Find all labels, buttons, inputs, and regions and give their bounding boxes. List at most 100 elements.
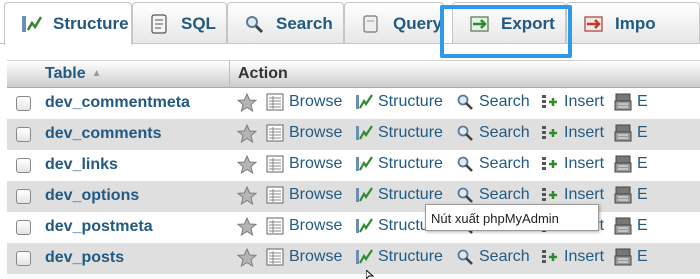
insert-action[interactable]: Insert (541, 93, 604, 111)
browse-icon (266, 248, 284, 266)
structure-icon (355, 124, 373, 142)
structure-icon (355, 248, 373, 266)
empty-label: E (637, 124, 648, 141)
structure-action[interactable]: Structure (355, 186, 443, 204)
insert-icon (541, 186, 559, 204)
browse-action[interactable]: Browse (266, 248, 342, 266)
row-checkbox[interactable] (16, 189, 31, 204)
browse-action[interactable]: Browse (266, 186, 342, 204)
insert-label: Insert (564, 93, 605, 110)
favorite-star-icon[interactable] (236, 247, 258, 268)
row-checkbox[interactable] (16, 127, 31, 142)
column-header-table[interactable]: Table ▲ (45, 65, 102, 83)
search-icon (244, 14, 266, 34)
empty-icon (614, 93, 632, 111)
search-action[interactable]: Search (456, 93, 530, 111)
table-name-link[interactable]: dev_comments (45, 125, 162, 143)
empty-action[interactable]: E (614, 155, 648, 173)
tab-label: Impo (615, 13, 656, 33)
table-body: dev_commentmeta Browse Structure Search Inse… (7, 88, 700, 274)
tables-grid: Table ▲ Action dev_commentmeta Browse Struc… (7, 60, 700, 274)
empty-label: E (637, 155, 648, 172)
sql-icon (149, 13, 171, 34)
insert-icon (541, 93, 559, 111)
structure-icon (355, 217, 373, 235)
empty-icon (614, 186, 632, 204)
structure-label: Structure (378, 93, 443, 110)
browse-label: Browse (289, 124, 343, 141)
structure-action[interactable]: Structure (355, 124, 443, 142)
browse-action[interactable]: Browse (266, 155, 342, 173)
row-checkbox[interactable] (16, 251, 31, 266)
insert-action[interactable]: Insert (541, 124, 604, 142)
search-action[interactable]: Search (456, 155, 530, 173)
browse-icon (266, 186, 284, 204)
column-divider (229, 61, 230, 89)
insert-action[interactable]: Insert (541, 155, 604, 173)
table-name-link[interactable]: dev_options (45, 187, 139, 205)
table-name-link[interactable]: dev_posts (45, 249, 124, 267)
tab-structure[interactable]: Structure (4, 2, 132, 45)
favorite-star-icon[interactable] (236, 185, 258, 206)
structure-action[interactable]: Structure (355, 248, 443, 266)
empty-action[interactable]: E (614, 248, 648, 266)
search-action[interactable]: Search (456, 186, 530, 204)
tab-query[interactable]: Query (344, 2, 444, 44)
browse-label: Browse (289, 155, 343, 172)
empty-icon (614, 217, 632, 235)
structure-label: Structure (378, 186, 443, 203)
table-row: dev_posts Browse Structure Search Insert E (7, 243, 700, 274)
row-checkbox[interactable] (16, 220, 31, 235)
search-icon (456, 155, 474, 173)
browse-icon (266, 93, 284, 111)
insert-icon (541, 248, 559, 266)
search-action[interactable]: Search (456, 248, 530, 266)
table-name-link[interactable]: dev_postmeta (45, 218, 153, 236)
search-icon (456, 124, 474, 142)
table-name-link[interactable]: dev_commentmeta (45, 94, 190, 112)
search-label: Search (479, 124, 530, 141)
browse-action[interactable]: Browse (266, 217, 342, 235)
insert-action[interactable]: Insert (541, 248, 604, 266)
empty-label: E (637, 186, 648, 203)
favorite-star-icon[interactable] (236, 123, 258, 144)
row-checkbox[interactable] (16, 96, 31, 111)
insert-icon (541, 155, 559, 173)
search-label: Search (479, 248, 530, 265)
insert-label: Insert (564, 155, 605, 172)
favorite-star-icon[interactable] (236, 216, 258, 237)
tab-label: Query (393, 13, 443, 33)
empty-action[interactable]: E (614, 186, 648, 204)
empty-label: E (637, 217, 648, 234)
structure-action[interactable]: Structure (355, 93, 443, 111)
structure-label: Structure (378, 248, 443, 265)
search-action[interactable]: Search (456, 124, 530, 142)
tab-label: Search (276, 13, 333, 33)
browse-action[interactable]: Browse (266, 124, 342, 142)
tab-sql[interactable]: SQL (132, 2, 227, 44)
tab-import[interactable]: Impo (566, 2, 700, 44)
row-checkbox[interactable] (16, 158, 31, 173)
structure-icon (355, 93, 373, 111)
favorite-star-icon[interactable] (236, 154, 258, 175)
empty-label: E (637, 248, 648, 265)
search-label: Search (479, 93, 530, 110)
table-name-link[interactable]: dev_links (45, 156, 118, 174)
search-icon (456, 186, 474, 204)
browse-action[interactable]: Browse (266, 93, 342, 111)
browse-icon (266, 124, 284, 142)
table-header: Table ▲ Action (7, 60, 700, 89)
empty-action[interactable]: E (614, 124, 648, 142)
structure-icon (21, 14, 43, 34)
insert-action[interactable]: Insert (541, 186, 604, 204)
browse-label: Browse (289, 93, 343, 110)
empty-action[interactable]: E (614, 93, 648, 111)
favorite-star-icon[interactable] (236, 92, 258, 113)
insert-label: Insert (564, 248, 605, 265)
tab-search[interactable]: Search (227, 2, 344, 44)
structure-icon (355, 155, 373, 173)
sort-asc-icon: ▲ (91, 68, 102, 79)
structure-action[interactable]: Structure (355, 155, 443, 173)
export-highlight-box (440, 5, 572, 58)
empty-action[interactable]: E (614, 217, 648, 235)
